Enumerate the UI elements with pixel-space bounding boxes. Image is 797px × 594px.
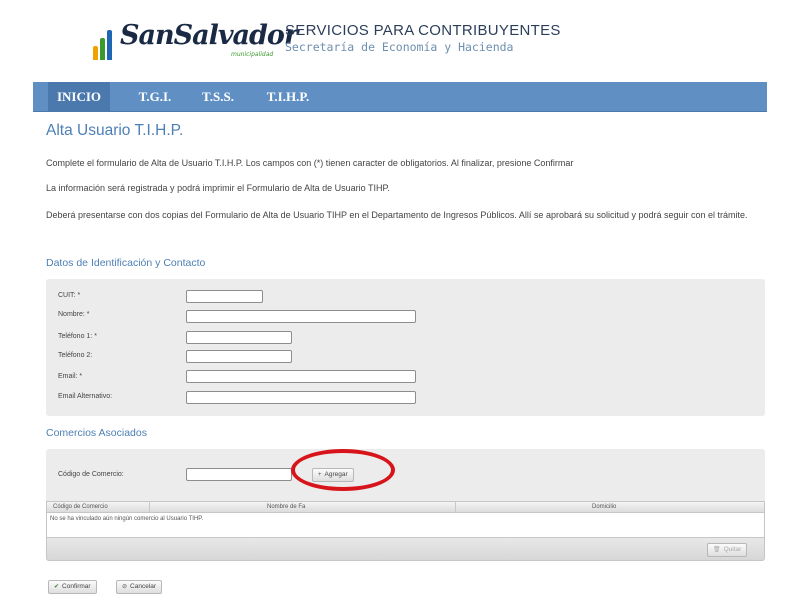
main-nav: INICIO T.G.I. T.S.S. T.I.H.P. bbox=[33, 82, 767, 112]
section-title-identificacion: Datos de Identificación y Contacto bbox=[46, 257, 206, 269]
column-divider bbox=[149, 502, 150, 512]
site-header: SanSalvador municipalidad SERVICIOS PARA… bbox=[33, 0, 767, 80]
confirmar-label: Confirmar bbox=[62, 583, 91, 590]
cancelar-button[interactable]: ⊘ Cancelar bbox=[116, 580, 163, 594]
quitar-label: Quitar bbox=[723, 546, 742, 553]
codigo-comercio-label: Código de Comercio: bbox=[58, 471, 124, 478]
nav-tgi[interactable]: T.G.I. bbox=[130, 82, 180, 112]
comercios-table-body bbox=[46, 525, 765, 537]
col-codigo-comercio[interactable]: Código de Comercio bbox=[53, 504, 108, 510]
site-title: SERVICIOS PARA CONTRIBUYENTES bbox=[285, 22, 561, 39]
email-alternativo-label: Email Alternativo: bbox=[58, 393, 113, 400]
identification-form: CUIT: * Nombre: * Teléfono 1: * Teléfono… bbox=[46, 279, 765, 416]
telefono2-label: Teléfono 2: bbox=[58, 352, 93, 359]
site-subtitle: Secretaría de Economía y Hacienda bbox=[285, 40, 514, 54]
agregar-button[interactable]: + Agregar bbox=[312, 468, 354, 482]
cancelar-label: Cancelar bbox=[130, 583, 157, 590]
col-nombre-fantasia[interactable]: Nombre de Fa bbox=[267, 504, 305, 510]
column-divider bbox=[455, 502, 456, 512]
section-title-comercios: Comercios Asociados bbox=[46, 427, 147, 439]
comercios-table-footer: 🗑 Quitar bbox=[46, 537, 765, 561]
trash-icon: 🗑 bbox=[713, 547, 721, 553]
nav-tihp[interactable]: T.I.H.P. bbox=[259, 82, 317, 112]
email-alternativo-field[interactable] bbox=[186, 391, 416, 404]
nombre-label: Nombre: * bbox=[58, 311, 90, 318]
telefono1-field[interactable] bbox=[186, 331, 292, 344]
nombre-field[interactable] bbox=[186, 310, 416, 323]
cuit-label: CUIT: * bbox=[58, 292, 81, 299]
nav-inicio[interactable]: INICIO bbox=[48, 82, 110, 112]
cancel-icon: ⊘ bbox=[122, 584, 128, 590]
instructions-text-2: La información será registrada y podrá i… bbox=[46, 183, 390, 193]
codigo-comercio-field[interactable] bbox=[186, 468, 292, 481]
email-label: Email: * bbox=[58, 373, 83, 380]
logo-subtext: municipalidad bbox=[231, 51, 274, 58]
comercios-empty-message: No se ha vinculado aún ningún comercio a… bbox=[46, 513, 765, 525]
agregar-label: Agregar bbox=[324, 471, 348, 478]
comercios-table-header: Código de Comercio Nombre de Fa Domicili… bbox=[46, 501, 765, 513]
check-icon: ✔ bbox=[54, 584, 60, 590]
logo-text: SanSalvador bbox=[120, 20, 298, 51]
quitar-button[interactable]: 🗑 Quitar bbox=[707, 543, 748, 557]
instructions-text-1: Complete el formulario de Alta de Usuari… bbox=[46, 158, 574, 168]
page-content: Alta Usuario T.I.H.P. Complete el formul… bbox=[46, 118, 768, 220]
telefono1-label: Teléfono 1: * bbox=[58, 333, 97, 340]
telefono2-field[interactable] bbox=[186, 350, 292, 363]
col-domicilio[interactable]: Domicilio bbox=[592, 504, 616, 510]
cuit-field[interactable] bbox=[186, 290, 263, 303]
email-field[interactable] bbox=[186, 370, 416, 383]
instructions-text-3: Deberá presentarse con dos copias del Fo… bbox=[46, 210, 748, 220]
logo-bars-icon bbox=[93, 26, 119, 60]
page-title: Alta Usuario T.I.H.P. bbox=[46, 122, 184, 139]
municipality-logo[interactable]: SanSalvador municipalidad bbox=[93, 20, 298, 64]
plus-icon: + bbox=[318, 472, 322, 478]
nav-tss[interactable]: T.S.S. bbox=[193, 82, 243, 112]
confirmar-button[interactable]: ✔ Confirmar bbox=[48, 580, 97, 594]
